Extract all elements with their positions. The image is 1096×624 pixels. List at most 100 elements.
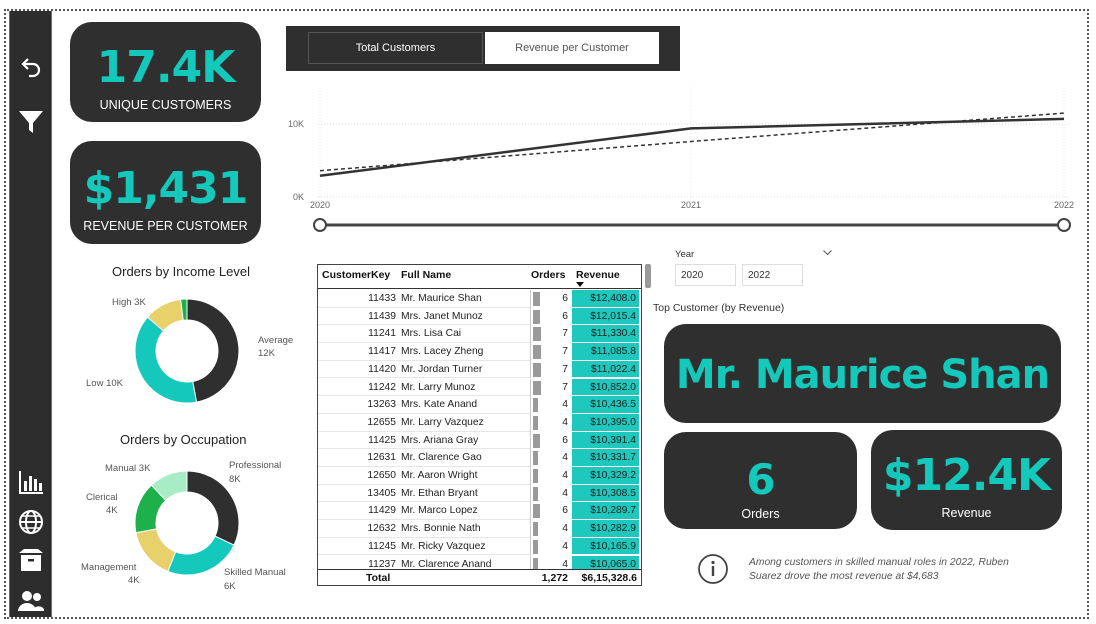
table-row[interactable]: 11433 Mr. Maurice Shan 6 $12,408.0: [318, 290, 641, 308]
year-to-field[interactable]: 2022: [742, 264, 803, 286]
cell-customer-key: 11439: [368, 310, 396, 322]
table-row[interactable]: 11242 Mr. Larry Munoz 7 $10,852.0: [318, 378, 641, 397]
orders-data-bar: [533, 539, 538, 554]
line-chart: 10K 0K 2020 2021 2022: [288, 85, 1074, 232]
header-orders[interactable]: Orders: [531, 269, 565, 281]
occupation-label-skilled-value: 6K: [224, 581, 236, 592]
table-total-row: Total 1,272 $6,15,328.6: [318, 569, 641, 585]
cell-orders: 7: [530, 325, 570, 344]
table-row[interactable]: 12655 Mr. Larry Vazquez 4 $10,395.0: [318, 413, 641, 432]
cell-orders-value: 6: [562, 310, 568, 322]
table-row[interactable]: 12632 Mrs. Bonnie Nath 4 $10,282.9: [318, 520, 641, 538]
table-row[interactable]: 11420 Mr. Jordan Turner 7 $11,022.4: [318, 360, 641, 379]
total-customers-button[interactable]: Total Customers: [308, 32, 483, 64]
cell-full-name: Mr. Ethan Bryant: [401, 487, 478, 499]
header-full-name[interactable]: Full Name: [401, 269, 451, 281]
top-customer-orders-value: 6: [746, 455, 775, 504]
cell-orders: 4: [530, 520, 570, 538]
cell-revenue: $10,395.0: [572, 413, 639, 432]
table-row[interactable]: 11417 Mrs. Lacey Zheng 7 $11,085.8: [318, 343, 641, 361]
cell-full-name: Mr. Aaron Wright: [401, 470, 478, 481]
table-row[interactable]: 12650 Mr. Aaron Wright 4 $10,329.2: [318, 467, 641, 485]
occupation-label-management: Management: [81, 562, 137, 573]
occupation-slice-management[interactable]: [135, 528, 177, 572]
cell-revenue: $10,308.5: [572, 484, 639, 503]
table-row[interactable]: 12631 Mr. Clarence Gao 4 $10,331.7: [318, 449, 641, 467]
orders-data-bar: [533, 486, 538, 501]
occupation-label-clerical-value: 4K: [106, 505, 118, 516]
cell-revenue: $10,289.7: [572, 502, 639, 521]
cell-revenue: $10,165.9: [572, 537, 639, 556]
globe-icon[interactable]: [18, 509, 44, 535]
bar-chart-icon[interactable]: [18, 469, 44, 495]
year-slicer-label: Year: [675, 249, 695, 260]
cell-full-name: Mr. Larry Vazquez: [401, 416, 484, 428]
cell-revenue: $10,436.5: [572, 396, 639, 414]
income-label-high: High 3K: [112, 297, 146, 308]
year-from-field[interactable]: 2020: [675, 264, 736, 286]
orders-data-bar: [533, 415, 538, 430]
orders-data-bar: [533, 345, 541, 360]
cell-customer-key: 11433: [368, 293, 396, 304]
cell-full-name: Mr. Clarence Gao: [401, 452, 482, 464]
filter-icon[interactable]: [18, 109, 44, 135]
top-customer-revenue-value: $12.4K: [882, 450, 1051, 501]
cell-customer-key: 11429: [368, 505, 396, 517]
date-range-slider-end-handle[interactable]: [1057, 218, 1071, 232]
total-revenue: $6,15,328.6: [581, 572, 637, 584]
date-range-slider-start-handle[interactable]: [313, 218, 327, 232]
cell-full-name: Mrs. Janet Munoz: [401, 310, 483, 322]
top-customer-card: Mr. Maurice Shan: [664, 324, 1061, 423]
table-row[interactable]: 11241 Mrs. Lisa Cai 7 $11,330.4: [318, 325, 641, 344]
y-tick-0k: 0K: [293, 192, 304, 202]
income-slice-low[interactable]: [134, 316, 198, 404]
cell-orders: 6: [530, 307, 570, 326]
box-icon[interactable]: [18, 548, 44, 574]
cell-revenue: $10,331.7: [572, 449, 639, 467]
table-row[interactable]: 11439 Mrs. Janet Munoz 6 $12,015.4: [318, 307, 641, 326]
cell-orders-value: 4: [562, 399, 568, 411]
cell-orders-value: 6: [562, 434, 568, 446]
orders-data-bar: [533, 309, 540, 324]
income-slice-average[interactable]: [186, 298, 240, 403]
occupation-label-management-value: 4K: [128, 575, 140, 586]
cell-orders-value: 4: [562, 487, 568, 499]
cell-customer-key: 12632: [367, 523, 396, 535]
cell-full-name: Mr. Clarence Anand: [401, 558, 492, 570]
header-customer-key[interactable]: CustomerKey: [322, 269, 390, 281]
cell-orders: 7: [530, 343, 570, 361]
x-tick-2022: 2022: [1054, 200, 1074, 210]
cell-orders-value: 4: [562, 452, 568, 464]
income-label-average: Average: [258, 335, 294, 346]
occupation-chart-title: Orders by Occupation: [120, 432, 247, 447]
top-customer-revenue-card: $12.4K Revenue: [871, 430, 1062, 530]
sort-descending-icon[interactable]: [576, 282, 584, 287]
chevron-down-icon[interactable]: [823, 250, 832, 256]
cell-customer-key: 11242: [368, 381, 396, 393]
table-row[interactable]: 11429 Mr. Marco Lopez 6 $10,289.7: [318, 502, 641, 521]
customer-revenue-table: CustomerKey Full Name Orders Revenue 114…: [317, 264, 642, 586]
orders-data-bar: [533, 362, 541, 377]
insight-line-2: Suarez drove the most revenue at $4,683: [749, 571, 939, 582]
top-customer-name: Mr. Maurice Shan: [675, 352, 1050, 398]
table-row[interactable]: 11245 Mr. Ricky Vazquez 4 $10,165.9: [318, 537, 641, 556]
cell-full-name: Mr. Jordan Turner: [401, 363, 483, 375]
revenue-per-customer-button[interactable]: Revenue per Customer: [485, 32, 659, 64]
cell-orders: 7: [530, 378, 570, 397]
header-revenue[interactable]: Revenue: [576, 269, 620, 281]
cell-orders-value: 6: [562, 505, 568, 517]
occupation-label-professional: Professional: [229, 460, 282, 471]
cell-customer-key: 11241: [368, 328, 396, 340]
users-icon[interactable]: [18, 588, 44, 614]
table-row[interactable]: 11425 Mrs. Ariana Gray 6 $10,391.4: [318, 431, 641, 450]
orders-data-bar: [533, 380, 541, 395]
table-row[interactable]: 13405 Mr. Ethan Bryant 4 $10,308.5: [318, 484, 641, 503]
cell-revenue: $11,022.4: [572, 360, 639, 379]
table-scrollbar-thumb[interactable]: [645, 264, 651, 288]
orders-data-bar: [533, 398, 538, 413]
table-row[interactable]: 13263 Mrs. Kate Anand 4 $10,436.5: [318, 396, 641, 414]
cell-full-name: Mr. Ricky Vazquez: [401, 540, 486, 552]
back-arrow-icon[interactable]: [18, 53, 44, 79]
cell-full-name: Mrs. Ariana Gray: [401, 434, 479, 446]
metric-toggle: Total Customers Revenue per Customer: [286, 26, 680, 71]
